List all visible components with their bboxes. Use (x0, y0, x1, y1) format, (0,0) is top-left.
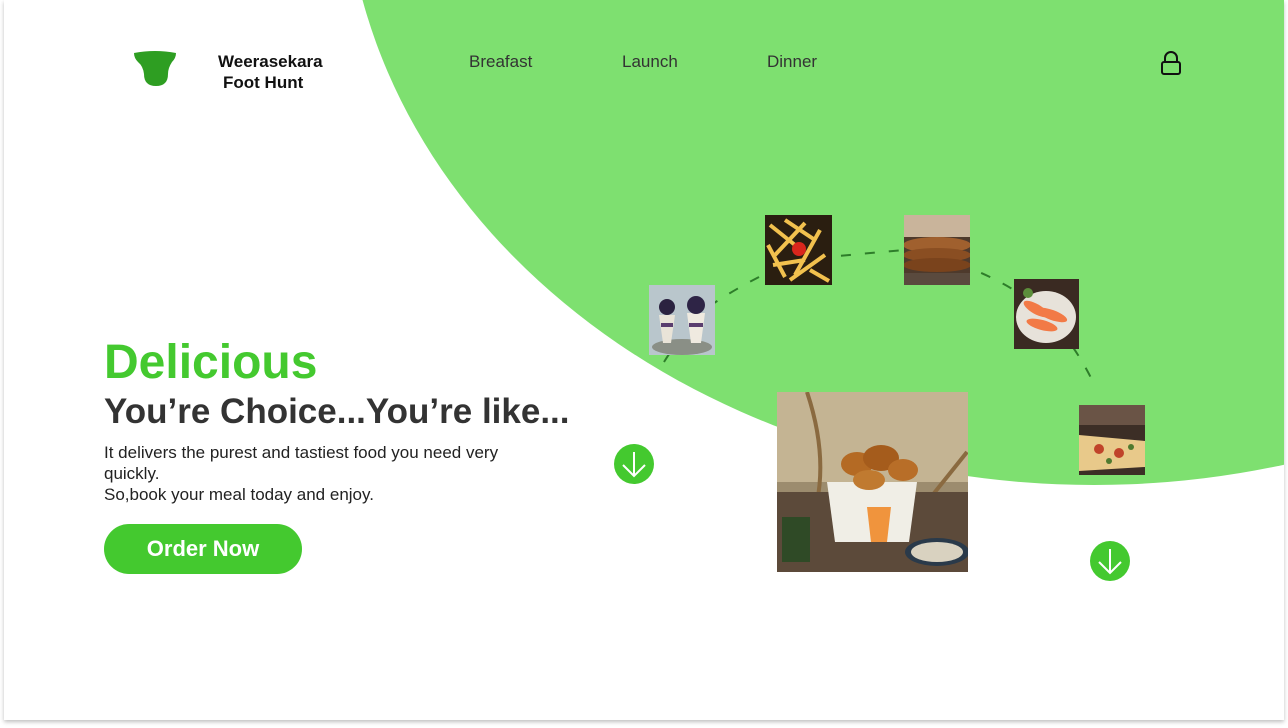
pancake-stack-image (904, 215, 970, 285)
croissant-basket-image (777, 392, 968, 572)
page-frame: Weerasekara Foot Hunt Breafast Launch Di… (4, 0, 1284, 720)
arrow-down-icon (1098, 549, 1122, 575)
dashed-path (663, 248, 1097, 389)
french-fries-image (765, 215, 832, 285)
salmon-platter-image (1014, 279, 1079, 349)
pizza-slice-image (1079, 405, 1145, 475)
scroll-down-button[interactable] (614, 444, 654, 484)
next-item-button[interactable] (1090, 541, 1130, 581)
dessert-parfait-image (649, 285, 715, 355)
arrow-down-icon (622, 452, 646, 478)
